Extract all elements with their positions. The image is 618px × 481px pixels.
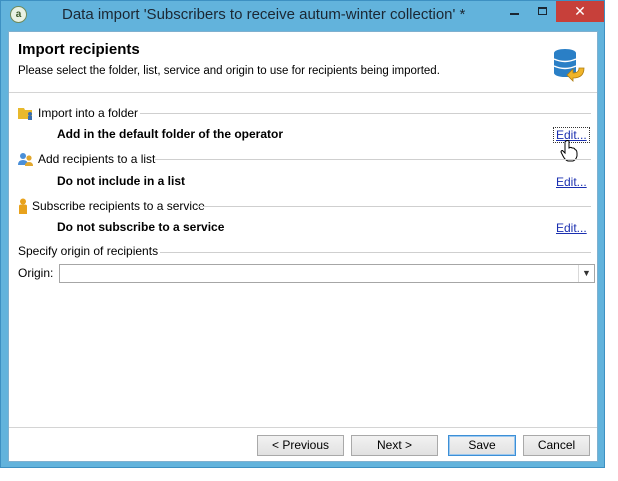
group-divider bbox=[160, 252, 591, 253]
maximize-icon bbox=[537, 7, 547, 15]
users-list-icon bbox=[18, 153, 33, 166]
list-group-label: Add recipients to a list bbox=[18, 151, 155, 167]
window-title: Data import 'Subscribers to receive autu… bbox=[62, 6, 466, 23]
edit-service-link[interactable]: Edit... bbox=[556, 221, 587, 235]
previous-button[interactable]: < Previous bbox=[257, 435, 344, 456]
group-divider bbox=[197, 206, 591, 207]
close-icon: ✕ bbox=[574, 3, 586, 19]
service-value: Do not subscribe to a service bbox=[57, 220, 225, 234]
save-button[interactable]: Save bbox=[448, 435, 516, 456]
folder-group-label: Import into a folder bbox=[18, 105, 138, 121]
folder-value: Add in the default folder of the operato… bbox=[57, 127, 283, 141]
title-bar[interactable]: a Data import 'Subscribers to receive au… bbox=[1, 1, 604, 30]
cancel-button[interactable]: Cancel bbox=[523, 435, 590, 456]
edit-list-link[interactable]: Edit... bbox=[556, 175, 587, 189]
group-divider bbox=[140, 113, 591, 114]
maximize-button[interactable] bbox=[528, 1, 556, 22]
subscriber-icon bbox=[19, 198, 27, 214]
chevron-down-icon[interactable]: ▼ bbox=[578, 265, 594, 282]
import-window: a Data import 'Subscribers to receive au… bbox=[0, 0, 605, 468]
service-group-label: Subscribe recipients to a service bbox=[18, 198, 205, 214]
database-import-icon bbox=[553, 49, 585, 82]
list-value: Do not include in a list bbox=[57, 174, 186, 188]
section-label: Add recipients to a list bbox=[38, 152, 156, 166]
section-label: Subscribe recipients to a service bbox=[32, 199, 205, 213]
section-label: Specify origin of recipients bbox=[18, 244, 159, 258]
section-label: Import into a folder bbox=[38, 106, 139, 120]
next-button[interactable]: Next > bbox=[351, 435, 438, 456]
wizard-header: Import recipients Please select the fold… bbox=[9, 32, 597, 93]
origin-select[interactable]: ▼ bbox=[59, 264, 595, 283]
close-button[interactable]: ✕ bbox=[556, 1, 604, 22]
origin-group-label: Specify origin of recipients bbox=[18, 244, 158, 258]
minimize-button[interactable] bbox=[500, 1, 528, 22]
origin-label: Origin: bbox=[18, 266, 54, 280]
minimize-icon bbox=[509, 13, 519, 15]
group-divider bbox=[155, 159, 591, 160]
page-title: Import recipients bbox=[18, 41, 140, 58]
footer-divider bbox=[9, 427, 597, 428]
folder-user-icon bbox=[18, 108, 32, 120]
page-subtitle: Please select the folder, list, service … bbox=[18, 65, 440, 77]
adobe-campaign-icon[interactable]: a bbox=[10, 6, 27, 23]
dialog-client: Import recipients Please select the fold… bbox=[8, 31, 598, 462]
